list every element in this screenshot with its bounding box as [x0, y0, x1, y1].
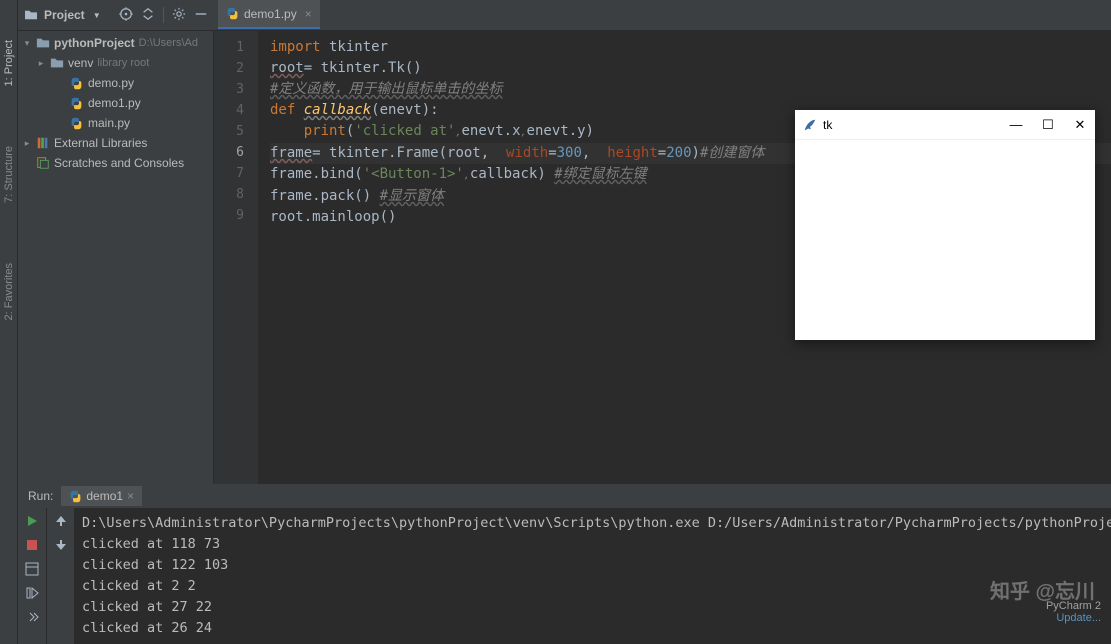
python-file-icon — [70, 77, 84, 90]
close-run-tab-icon[interactable]: × — [127, 489, 134, 503]
chevron-down-icon: ▾ — [22, 38, 32, 49]
tree-external-libraries[interactable]: ▸ External Libraries — [18, 133, 213, 153]
tree-scratches[interactable]: Scratches and Consoles — [18, 153, 213, 173]
tree-file-demo1[interactable]: demo1.py — [18, 93, 213, 113]
tree-root[interactable]: ▾ pythonProject D:\Users\Ad — [18, 33, 213, 53]
run-tab-label: demo1 — [86, 489, 123, 503]
editor-gutter: 123456789 — [214, 31, 258, 484]
python-file-icon — [70, 117, 84, 130]
up-arrow-button[interactable] — [53, 513, 69, 529]
python-file-icon — [70, 97, 84, 110]
tree-venv[interactable]: ▸ venv library root — [18, 53, 213, 73]
down-arrow-button[interactable] — [53, 537, 69, 553]
tree-root-path: D:\Users\Ad — [139, 37, 198, 49]
step-button[interactable] — [24, 585, 40, 601]
update-link[interactable]: Update... — [1056, 612, 1101, 624]
sidebar-tab-project[interactable]: 1: Project — [3, 40, 15, 86]
python-file-icon — [69, 490, 82, 503]
tk-window-title: tk — [823, 118, 832, 132]
project-dropdown-label[interactable]: Project — [44, 8, 85, 22]
tree-file-demo[interactable]: demo.py — [18, 73, 213, 93]
stop-button[interactable] — [24, 537, 40, 553]
editor-tab-label: demo1.py — [244, 7, 297, 21]
run-output[interactable]: D:\Users\Administrator\PycharmProjects\p… — [74, 485, 1111, 644]
editor-tab-demo1[interactable]: demo1.py × — [218, 0, 320, 29]
run-tab-demo1[interactable]: demo1 × — [61, 486, 142, 506]
chevron-right-icon: ▸ — [36, 58, 46, 69]
tree-root-label: pythonProject — [54, 36, 135, 50]
rerun-button[interactable] — [24, 513, 40, 529]
tk-close-button[interactable]: ✕ — [1073, 118, 1087, 132]
project-folder-icon — [24, 9, 38, 21]
hide-icon[interactable] — [194, 7, 208, 21]
gear-icon[interactable] — [172, 7, 186, 21]
tree-file-main[interactable]: main.py — [18, 113, 213, 133]
project-tree[interactable]: ▾ pythonProject D:\Users\Ad ▸ venv libra… — [18, 31, 214, 484]
ide-version-label: PyCharm 2 — [1046, 600, 1101, 612]
tk-minimize-button[interactable]: — — [1009, 118, 1023, 132]
folder-icon — [36, 36, 50, 50]
chevron-down-icon: ▼ — [93, 11, 101, 20]
scratches-icon — [36, 156, 50, 170]
divider — [163, 7, 164, 23]
folder-icon — [50, 56, 64, 70]
layout-button[interactable] — [24, 561, 40, 577]
tree-venv-label: venv — [68, 56, 93, 70]
expand-all-icon[interactable] — [141, 7, 155, 21]
libraries-icon — [36, 136, 50, 150]
python-file-icon — [226, 7, 239, 20]
target-icon[interactable] — [119, 7, 133, 21]
sidebar-tab-structure[interactable]: 7: Structure — [3, 146, 15, 203]
close-tab-icon[interactable]: × — [305, 7, 312, 21]
tk-maximize-button[interactable]: ☐ — [1041, 118, 1055, 132]
tk-icon — [803, 118, 817, 132]
tree-venv-hint: library root — [97, 57, 149, 69]
chevron-right-icon: ▸ — [22, 138, 32, 149]
tk-window[interactable]: tk — ☐ ✕ — [795, 110, 1095, 340]
sidebar-tab-favorites[interactable]: 2: Favorites — [3, 263, 15, 320]
run-panel-label: Run: — [28, 489, 53, 503]
more-button[interactable] — [24, 609, 40, 625]
